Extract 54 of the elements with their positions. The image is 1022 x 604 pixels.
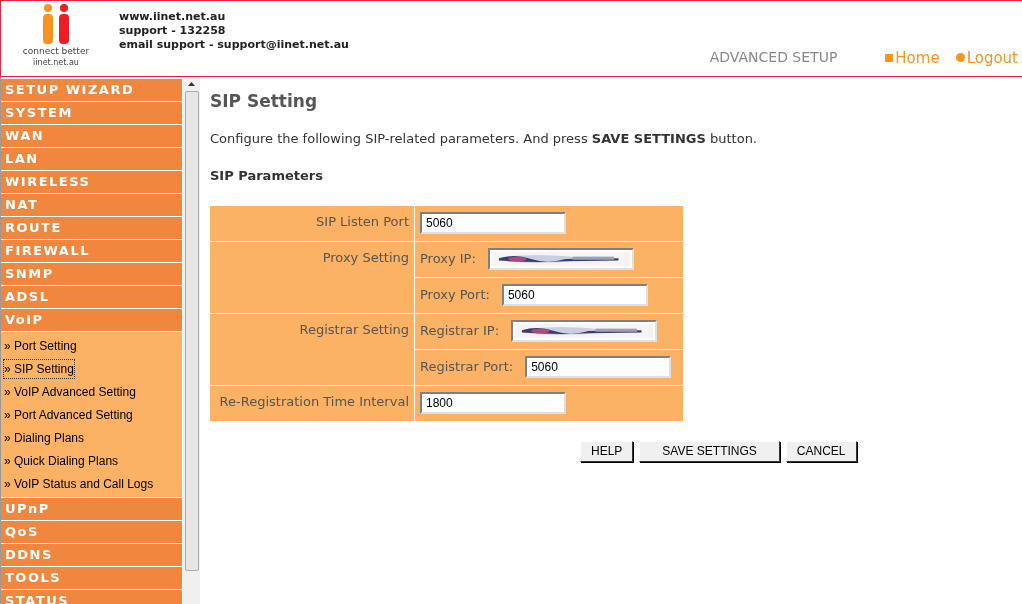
submenu-item[interactable]: » Port Setting xyxy=(4,336,77,355)
field-label: SIP Listen Port xyxy=(316,212,409,231)
scroll-up-icon[interactable] xyxy=(188,82,196,86)
menu-item[interactable]: QoS xyxy=(1,521,183,544)
page-title: SIP Setting xyxy=(210,90,319,113)
field-label: Proxy IP: xyxy=(420,250,476,269)
contact-text: www.iinet.net.au xyxy=(119,10,227,24)
contact-text: email support - support@iinet.net.au xyxy=(119,38,349,52)
menu-item[interactable]: UPnP xyxy=(1,498,183,521)
menu-item[interactable]: LAN xyxy=(1,148,183,171)
submenu-item[interactable]: » Port Advanced Setting xyxy=(4,405,133,424)
input-field[interactable]: 5060 xyxy=(525,356,672,378)
submenu-item[interactable]: » SIP Setting xyxy=(4,359,74,378)
field-label: Proxy Port: xyxy=(420,286,490,305)
input-field[interactable]: 1800 xyxy=(420,392,566,414)
menu-item[interactable]: SYSTEM xyxy=(1,102,183,125)
menu-item[interactable]: SETUP WIZARD xyxy=(1,79,183,102)
intro-text: Configure the following SIP-related parameters. And press SAVE SETTINGS button. xyxy=(210,129,758,148)
action-button[interactable]: HELP xyxy=(580,440,634,462)
menu-item[interactable]: VoIP xyxy=(1,309,183,332)
menu-item[interactable]: DDNS xyxy=(1,544,183,567)
field-label: Re-Registration Time Interval xyxy=(219,392,409,411)
menu-item[interactable]: FIREWALL xyxy=(1,240,183,263)
submenu-item[interactable]: » Dialing Plans xyxy=(4,428,85,447)
menu-item[interactable]: ADSL xyxy=(1,286,183,309)
menu-item[interactable]: SNMP xyxy=(1,263,183,286)
scrollbar[interactable] xyxy=(183,77,200,604)
field-label: Proxy Setting xyxy=(322,248,409,267)
submenu-item[interactable]: » VoIP Advanced Setting xyxy=(4,382,136,401)
square-bullet-icon xyxy=(885,53,894,62)
nav-link[interactable]: Logout xyxy=(955,46,1018,69)
menu-item[interactable]: WIRELESS xyxy=(1,171,183,194)
section-title: ADVANCED SETUP xyxy=(709,48,838,68)
logo-icon xyxy=(41,4,71,46)
field-label: Registrar IP: xyxy=(420,322,500,341)
field-label: Registrar Setting xyxy=(299,320,409,339)
nav-link[interactable]: Home xyxy=(885,46,940,69)
circle-bullet-icon xyxy=(955,53,965,63)
menu-item[interactable]: NAT xyxy=(1,194,183,217)
input-field[interactable]: 5060 xyxy=(501,284,648,306)
contact-text: support - 132258 xyxy=(119,24,227,38)
submenu-item[interactable]: » Quick Dialing Plans xyxy=(4,451,119,470)
submenu-item[interactable]: » VoIP Status and Call Logs xyxy=(4,474,154,493)
section-heading: SIP Parameters xyxy=(210,167,324,185)
menu-item[interactable]: TOOLS xyxy=(1,567,183,590)
logo-caption: connect better xyxy=(22,46,90,57)
field-label: Registrar Port: xyxy=(420,358,514,377)
logo-url: iinet.net.au xyxy=(33,57,79,68)
scroll-thumb[interactable] xyxy=(184,91,199,571)
action-button[interactable]: CANCEL xyxy=(785,440,857,462)
menu-item[interactable]: WAN xyxy=(1,125,183,148)
menu-item[interactable]: ROUTE xyxy=(1,217,183,240)
input-field[interactable]: 5060 xyxy=(420,212,566,234)
action-button[interactable]: SAVE SETTINGS xyxy=(639,440,780,462)
